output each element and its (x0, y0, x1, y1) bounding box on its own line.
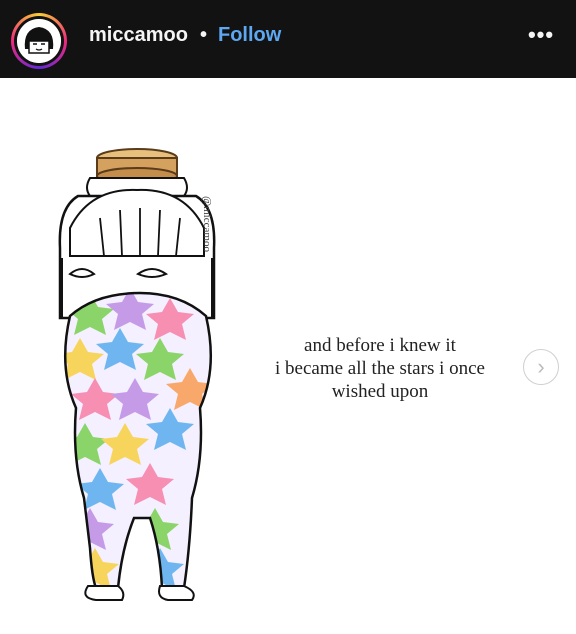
separator-dot: • (200, 24, 208, 46)
follow-button[interactable]: Follow (218, 24, 281, 47)
avatar[interactable] (17, 19, 61, 63)
post-image: @miccamoo and before i knew it i became … (0, 78, 576, 634)
post-caption: and before i knew it i became all the st… (260, 334, 500, 403)
chevron-right-icon: › (537, 354, 545, 379)
story-ring[interactable] (11, 13, 67, 69)
caption-line-2: i became all the stars i once (275, 358, 485, 379)
caption-line-3: wished upon (331, 381, 429, 402)
username-link[interactable]: miccamoo (89, 24, 188, 47)
next-slide-button[interactable]: › (523, 349, 559, 385)
caption-line-1: and before i knew it (304, 335, 456, 356)
post-header: miccamoo • Follow ••• (0, 0, 576, 78)
more-options-icon[interactable]: ••• (524, 24, 558, 54)
watermark-text: @miccamoo (201, 196, 213, 252)
